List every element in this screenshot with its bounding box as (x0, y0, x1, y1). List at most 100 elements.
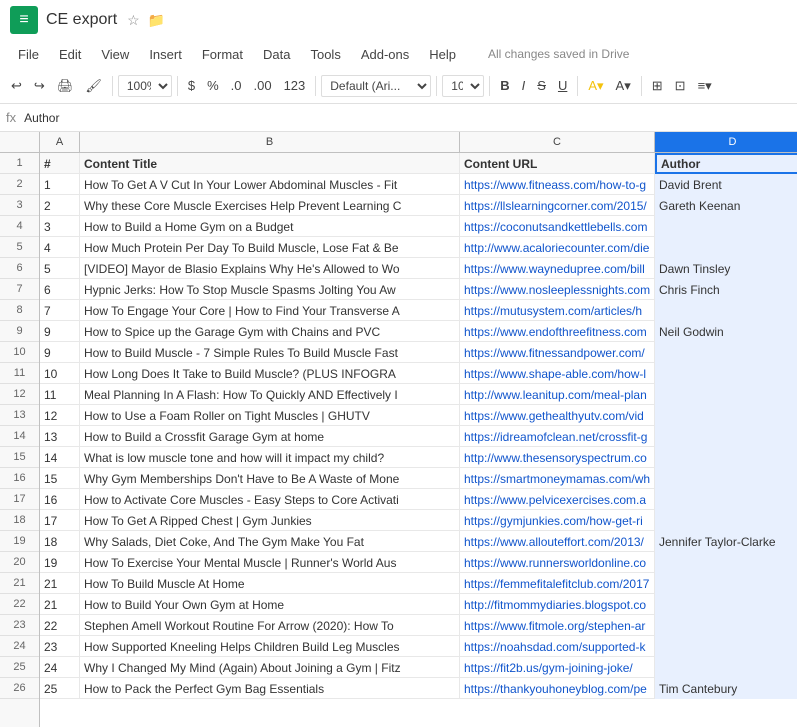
print-button[interactable]: 🖨 (52, 75, 79, 97)
folder-icon[interactable]: 📁 (148, 12, 165, 29)
cell-author[interactable] (655, 216, 797, 237)
cell-url[interactable]: https://www.shape-able.com/how-l (460, 363, 655, 384)
cell-num[interactable]: 9 (40, 321, 80, 342)
cell-author[interactable]: David Brent (655, 174, 797, 195)
col-header-a[interactable]: A (40, 132, 80, 152)
cell-title[interactable]: Why these Core Muscle Exercises Help Pre… (80, 195, 460, 216)
cell-num[interactable]: 18 (40, 531, 80, 552)
cell-title[interactable]: How to Build a Home Gym on a Budget (80, 216, 460, 237)
cell-url[interactable]: https://mutusystem.com/articles/h (460, 300, 655, 321)
cell-url[interactable]: https://llslearningcorner.com/2015/ (460, 195, 655, 216)
cell-num[interactable]: 2 (40, 195, 80, 216)
cell-title[interactable]: How to Use a Foam Roller on Tight Muscle… (80, 405, 460, 426)
cell-title[interactable]: How To Exercise Your Mental Muscle | Run… (80, 552, 460, 573)
cell-num[interactable]: 17 (40, 510, 80, 531)
cell-author[interactable] (655, 468, 797, 489)
zoom-select[interactable]: 100% (118, 75, 172, 97)
font-select[interactable]: Default (Ari... (321, 75, 431, 97)
fill-color-button[interactable]: A▾ (583, 75, 608, 97)
number-format-button[interactable]: 123 (279, 75, 311, 96)
cell-num[interactable]: 21 (40, 594, 80, 615)
cell-author[interactable] (655, 552, 797, 573)
cell-author[interactable] (655, 615, 797, 636)
menu-insert[interactable]: Insert (141, 44, 190, 65)
cell-title[interactable]: How Long Does It Take to Build Muscle? (… (80, 363, 460, 384)
menu-tools[interactable]: Tools (302, 44, 348, 65)
cell-num[interactable]: 16 (40, 489, 80, 510)
cell-url[interactable]: https://www.pelvicexercises.com.a (460, 489, 655, 510)
header-cell-a[interactable]: # (40, 153, 80, 174)
cell-title[interactable]: How to Build Muscle - 7 Simple Rules To … (80, 342, 460, 363)
paint-format-button[interactable]: 🖌 (80, 75, 107, 97)
cell-url[interactable]: https://www.runnersworldonline.co (460, 552, 655, 573)
cell-url[interactable]: https://coconutsandkettlebells.com (460, 216, 655, 237)
menu-file[interactable]: File (10, 44, 47, 65)
cell-url[interactable]: http://www.thesensoryspectrum.co (460, 447, 655, 468)
cell-title[interactable]: How To Build Muscle At Home (80, 573, 460, 594)
cell-author[interactable] (655, 573, 797, 594)
cell-num[interactable]: 6 (40, 279, 80, 300)
cell-author[interactable] (655, 594, 797, 615)
merge-button[interactable]: ⊡ (670, 75, 691, 97)
borders-button[interactable]: ⊞ (647, 75, 668, 97)
cell-title[interactable]: Why Salads, Diet Coke, And The Gym Make … (80, 531, 460, 552)
cell-author[interactable]: Tim Cantebury (655, 678, 797, 699)
cell-author[interactable] (655, 405, 797, 426)
cell-author[interactable]: Chris Finch (655, 279, 797, 300)
cell-title[interactable]: How to Build Your Own Gym at Home (80, 594, 460, 615)
cell-url[interactable]: https://fit2b.us/gym-joining-joke/ (460, 657, 655, 678)
cell-title[interactable]: Stephen Amell Workout Routine For Arrow … (80, 615, 460, 636)
cell-author[interactable]: Gareth Keenan (655, 195, 797, 216)
cell-url[interactable]: https://www.fitnessandpower.com/ (460, 342, 655, 363)
decimal-more-button[interactable]: .00 (248, 75, 276, 96)
menu-data[interactable]: Data (255, 44, 298, 65)
cell-url[interactable]: http://fitmommydiaries.blogspot.co (460, 594, 655, 615)
cell-author[interactable]: Jennifer Taylor-Clarke (655, 531, 797, 552)
cell-num[interactable]: 25 (40, 678, 80, 699)
cell-num[interactable]: 13 (40, 426, 80, 447)
cell-url[interactable]: https://noahsdad.com/supported-k (460, 636, 655, 657)
cell-title[interactable]: How to Build a Crossfit Garage Gym at ho… (80, 426, 460, 447)
cell-title[interactable]: How To Get A Ripped Chest | Gym Junkies (80, 510, 460, 531)
cell-author[interactable] (655, 237, 797, 258)
menu-format[interactable]: Format (194, 44, 251, 65)
header-cell-c[interactable]: Content URL (460, 153, 655, 174)
cell-title[interactable]: How to Spice up the Garage Gym with Chai… (80, 321, 460, 342)
col-header-c[interactable]: C (460, 132, 655, 152)
underline-button[interactable]: U (553, 75, 572, 96)
cell-num[interactable]: 15 (40, 468, 80, 489)
cell-title[interactable]: How Supported Kneeling Helps Children Bu… (80, 636, 460, 657)
cell-author[interactable] (655, 300, 797, 321)
percent-button[interactable]: % (202, 75, 224, 96)
cell-num[interactable]: 1 (40, 174, 80, 195)
document-title[interactable]: CE export (46, 11, 117, 29)
menu-addons[interactable]: Add-ons (353, 44, 417, 65)
cell-num[interactable]: 10 (40, 363, 80, 384)
italic-button[interactable]: I (517, 75, 531, 96)
formula-input[interactable] (24, 111, 791, 125)
cell-title[interactable]: How to Pack the Perfect Gym Bag Essentia… (80, 678, 460, 699)
font-size-select[interactable]: 10 (442, 75, 484, 97)
cell-num[interactable]: 22 (40, 615, 80, 636)
decimal-less-button[interactable]: .0 (226, 75, 247, 96)
cell-num[interactable]: 11 (40, 384, 80, 405)
cell-url[interactable]: https://www.fitneass.com/how-to-g (460, 174, 655, 195)
cell-url[interactable]: https://www.waynedupree.com/bill (460, 258, 655, 279)
header-cell-b[interactable]: Content Title (80, 153, 460, 174)
align-button[interactable]: ≡▾ (693, 75, 717, 97)
cell-url[interactable]: https://www.endofthreefitness.com (460, 321, 655, 342)
cell-title[interactable]: Hypnic Jerks: How To Stop Muscle Spasms … (80, 279, 460, 300)
col-header-d[interactable]: D (655, 132, 797, 152)
cell-author[interactable] (655, 342, 797, 363)
cell-num[interactable]: 14 (40, 447, 80, 468)
cell-url[interactable]: http://www.acaloriecounter.com/die (460, 237, 655, 258)
cell-num[interactable]: 7 (40, 300, 80, 321)
cell-num[interactable]: 21 (40, 573, 80, 594)
cell-title[interactable]: How Much Protein Per Day To Build Muscle… (80, 237, 460, 258)
header-cell-d[interactable]: Author (655, 153, 797, 174)
cell-num[interactable]: 19 (40, 552, 80, 573)
currency-button[interactable]: $ (183, 75, 200, 96)
cell-url[interactable]: https://www.gethealthyutv.com/vid (460, 405, 655, 426)
cell-url[interactable]: https://femmefitalefitclub.com/2017 (460, 573, 655, 594)
cell-url[interactable]: https://www.nosleeplessnights.com (460, 279, 655, 300)
